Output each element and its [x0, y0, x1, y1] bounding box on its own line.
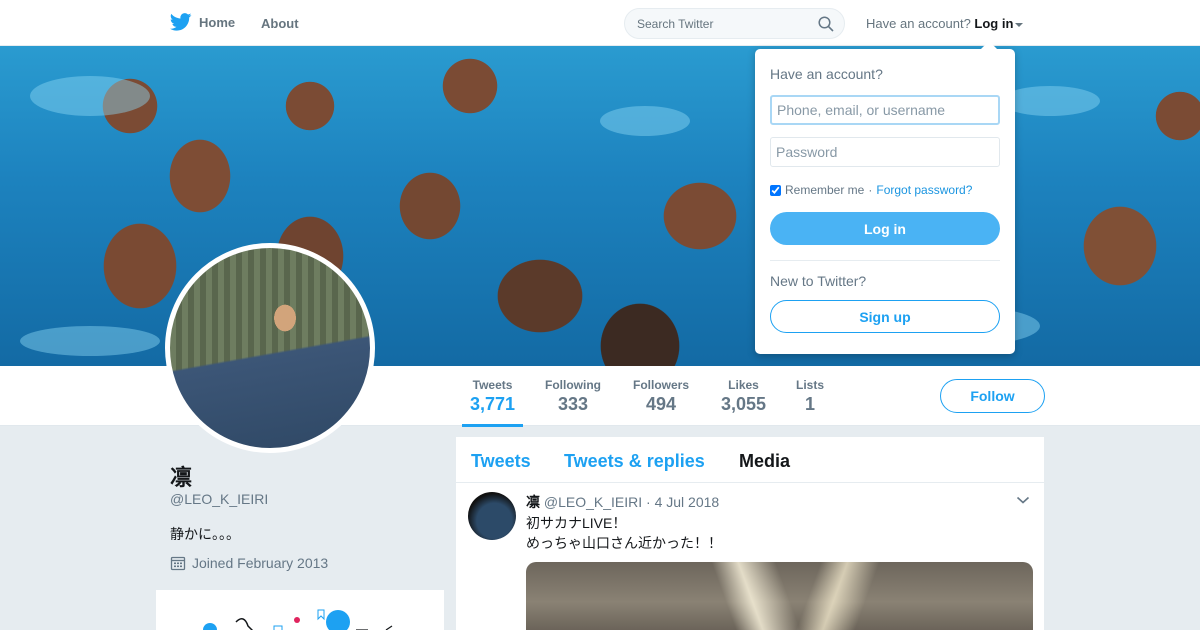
- tab-media[interactable]: Media: [739, 451, 790, 472]
- tweet-header: 凛 @LEO_K_IEIRI · 4 Jul 2018: [526, 492, 719, 512]
- stat-value: 333: [557, 394, 589, 414]
- search-icon[interactable]: [818, 16, 834, 32]
- stat-value: 3,771: [470, 394, 516, 414]
- tweet-item[interactable]: 凛 @LEO_K_IEIRI · 4 Jul 2018 初サカナLIVE！ めっ…: [456, 483, 1044, 630]
- stat-lists[interactable]: Lists 1: [796, 378, 824, 415]
- photos-card: [156, 590, 444, 630]
- stat-value: 3,055: [721, 394, 767, 414]
- stat-followers[interactable]: Followers 494: [633, 378, 689, 415]
- remember-me-checkbox[interactable]: [770, 184, 781, 196]
- nav-about-link[interactable]: About: [261, 16, 299, 31]
- new-to-twitter-text: New to Twitter?: [770, 273, 867, 289]
- tweet-author-name[interactable]: 凛: [526, 494, 540, 510]
- follow-button[interactable]: Follow: [940, 379, 1045, 413]
- stat-label: Tweets: [472, 378, 513, 392]
- stat-label: Lists: [796, 378, 825, 392]
- username-field[interactable]: [770, 95, 1000, 125]
- stat-value: 1: [805, 394, 816, 414]
- password-field[interactable]: [770, 137, 1000, 167]
- search-input[interactable]: [625, 9, 805, 38]
- nav-home-link[interactable]: Home: [170, 13, 235, 31]
- tweet-text-line: めっちゃ山口さん近かった！！: [526, 535, 722, 551]
- tweet-media-image[interactable]: [526, 562, 1033, 630]
- calendar-icon: [170, 556, 186, 571]
- profile-bio: 静かに。。。: [170, 526, 240, 542]
- search-box: [624, 8, 845, 39]
- account-prompt: Have an account? Log in: [866, 16, 1024, 31]
- joined-date-text: Joined February 2013: [192, 555, 329, 571]
- stat-value: 494: [645, 394, 677, 414]
- stat-following[interactable]: Following 333: [545, 378, 601, 415]
- remember-row: Remember me · Forgot password?: [770, 183, 972, 197]
- profile-joined: Joined February 2013: [170, 555, 328, 571]
- tab-tweets[interactable]: Tweets: [471, 451, 531, 472]
- stat-label: Following: [545, 378, 601, 392]
- login-link-label: Log in: [974, 16, 1014, 31]
- forgot-password-link[interactable]: Forgot password?: [876, 183, 972, 197]
- dropdown-divider: [770, 260, 1000, 261]
- timeline-tabs: Tweets Tweets & replies Media: [456, 437, 1044, 483]
- stat-label: Followers: [633, 378, 690, 392]
- remember-me-label: Remember me: [785, 183, 865, 197]
- tweet-text: 初サカナLIVE！ めっちゃ山口さん近かった！！: [526, 513, 722, 553]
- profile-name: 凛: [170, 465, 193, 490]
- tweet-author-handle[interactable]: @LEO_K_IEIRI: [544, 494, 642, 510]
- profile-handle[interactable]: @LEO_K_IEIRI: [170, 491, 268, 507]
- signup-button[interactable]: Sign up: [770, 300, 1000, 333]
- stat-label: Likes: [728, 378, 759, 392]
- login-button[interactable]: Log in: [770, 212, 1000, 245]
- tab-tweets-and-replies[interactable]: Tweets & replies: [564, 451, 705, 472]
- twitter-bird-icon: [170, 13, 192, 31]
- timeline: Tweets Tweets & replies Media 凛 @LEO_K_I…: [456, 437, 1044, 630]
- top-navigation: Home About Have an account? Log in: [0, 0, 1200, 46]
- have-account-text: Have an account?: [866, 16, 971, 31]
- profile-avatar[interactable]: [165, 243, 375, 453]
- stat-tweets[interactable]: Tweets 3,771: [461, 378, 524, 427]
- dropdown-title: Have an account?: [770, 66, 883, 82]
- stat-likes[interactable]: Likes 3,055: [721, 378, 766, 415]
- nav-home-label: Home: [199, 14, 236, 30]
- tweet-text-line: 初サカナLIVE！: [526, 515, 627, 531]
- doodle-graphic: [235, 609, 393, 630]
- login-dropdown: Have an account? Remember me · Forgot pa…: [755, 41, 1015, 354]
- login-dropdown-toggle[interactable]: Log in: [974, 16, 1024, 31]
- caret-down-icon: [1015, 22, 1024, 27]
- tweet-timestamp[interactable]: · 4 Jul 2018: [646, 494, 719, 510]
- tweet-author-avatar[interactable]: [468, 492, 516, 540]
- chevron-down-icon[interactable]: [1016, 495, 1030, 505]
- separator-dot: ·: [868, 183, 873, 197]
